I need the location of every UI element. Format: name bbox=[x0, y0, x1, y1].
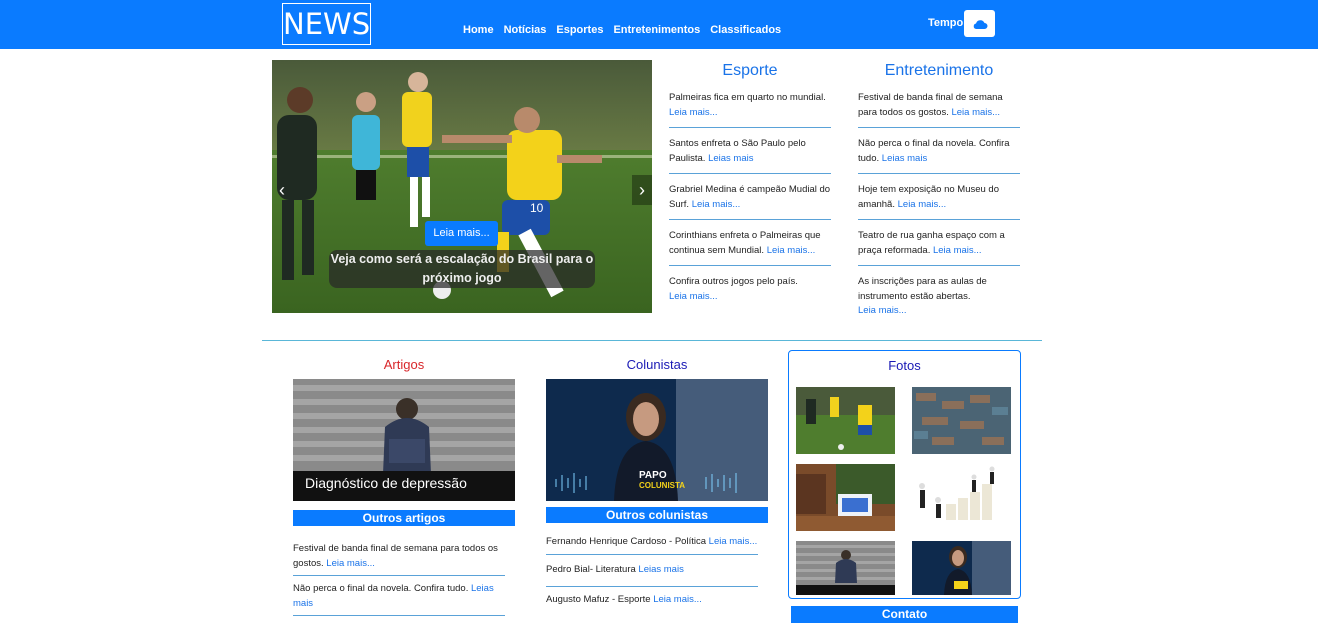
read-more-link[interactable]: Leia mais... bbox=[692, 199, 741, 210]
main-nav: Home Notícias Esportes Entretenimentos C… bbox=[463, 24, 781, 36]
read-more-link[interactable]: Leias mais bbox=[882, 153, 927, 164]
nav-noticias[interactable]: Notícias bbox=[504, 24, 547, 36]
nav-esportes[interactable]: Esportes bbox=[556, 24, 603, 36]
site-logo[interactable]: NEWS bbox=[282, 3, 371, 45]
news-item: Corinthians enfreta o Palmeiras que cont… bbox=[669, 220, 831, 266]
weather-button[interactable] bbox=[964, 10, 995, 37]
read-more-link[interactable]: Leia mais... bbox=[669, 107, 718, 118]
colunistas-list: Fernando Henrique Cardoso - Política Lei… bbox=[546, 529, 768, 612]
news-item: Grabriel Medina é campeão Mudial do Surf… bbox=[669, 174, 831, 220]
read-more-link[interactable]: Leias mais bbox=[638, 564, 683, 575]
section-divider bbox=[262, 340, 1042, 341]
carousel-caption: Veja como será a escalação do Brasil par… bbox=[329, 250, 595, 288]
chevron-right-icon: › bbox=[639, 179, 645, 200]
nav-home[interactable]: Home bbox=[463, 24, 494, 36]
read-more-link[interactable]: Leia mais... bbox=[326, 558, 375, 569]
fotos-panel: Fotos bbox=[788, 350, 1021, 599]
news-item: Santos enfreta o São Paulo pelo Paulista… bbox=[669, 128, 831, 174]
read-more-link[interactable]: Leia mais... bbox=[858, 305, 907, 316]
read-more-link[interactable]: Leia mais... bbox=[709, 536, 758, 547]
list-item: Festival de banda final de semana para t… bbox=[293, 536, 505, 576]
colunistas-feature-image[interactable]: PAPO COLUNISTA bbox=[546, 379, 768, 501]
photo-thumbnail[interactable] bbox=[796, 387, 895, 454]
esporte-column: Esporte Palmeiras fica em quarto no mund… bbox=[669, 60, 831, 312]
fotos-title[interactable]: Fotos bbox=[789, 358, 1020, 374]
news-item: Teatro de rua ganha espaço com a praça r… bbox=[858, 220, 1020, 266]
read-more-link[interactable]: Leia mais... bbox=[767, 245, 816, 256]
papo-logo-text: PAPO bbox=[639, 470, 667, 481]
carousel-next-button[interactable]: › bbox=[632, 175, 652, 205]
artigos-title[interactable]: Artigos bbox=[293, 356, 515, 374]
featured-carousel[interactable]: 10 ‹ › Leia mais... Veja como será a esc… bbox=[272, 60, 652, 313]
carousel-prev-button[interactable]: ‹ bbox=[272, 175, 292, 205]
photo-thumbnail[interactable] bbox=[796, 541, 895, 595]
carousel-read-more-button[interactable]: Leia mais... bbox=[425, 221, 498, 246]
read-more-link[interactable]: Leia mais... bbox=[898, 199, 947, 210]
read-more-link[interactable]: Leias mais bbox=[708, 153, 753, 164]
list-item: Fernando Henrique Cardoso - Política Lei… bbox=[546, 529, 758, 555]
nav-classificados[interactable]: Classificados bbox=[710, 24, 781, 36]
photo-thumbnail[interactable] bbox=[912, 464, 1011, 531]
artigos-section: Artigos Diagnóstico de depressão Outros … bbox=[293, 356, 515, 616]
news-item: Confira outros jogos pelo país. Leia mai… bbox=[669, 276, 798, 302]
weather-label: Tempo bbox=[928, 17, 964, 29]
top-navbar: NEWS Home Notícias Esportes Entretenimen… bbox=[0, 0, 1318, 49]
esporte-title[interactable]: Esporte bbox=[669, 60, 831, 82]
contato-button[interactable]: Contato bbox=[791, 606, 1018, 623]
news-item: Hoje tem exposição no Museu do amanhã. L… bbox=[858, 174, 1020, 220]
read-more-link[interactable]: Leia mais... bbox=[669, 291, 718, 302]
outros-colunistas-button[interactable]: Outros colunistas bbox=[546, 507, 768, 523]
artigos-list: Festival de banda final de semana para t… bbox=[293, 536, 515, 616]
photo-thumbnail[interactable] bbox=[912, 387, 1011, 454]
colunista-logo-text: COLUNISTA bbox=[639, 481, 686, 490]
artigos-feature-image[interactable]: Diagnóstico de depressão bbox=[293, 379, 515, 501]
read-more-link[interactable]: Leia mais... bbox=[933, 245, 982, 256]
read-more-link[interactable]: Leia mais... bbox=[951, 107, 1000, 118]
colunistas-section: Colunistas PAPO COLUNISTA Outros colunis… bbox=[546, 356, 768, 612]
list-item: Pedro Bial- Literatura Leias mais bbox=[546, 555, 758, 587]
colunistas-title[interactable]: Colunistas bbox=[546, 356, 768, 374]
list-item: Augusto Mafuz - Esporte Leia mais... bbox=[546, 594, 702, 605]
photo-thumbnail[interactable] bbox=[796, 464, 895, 531]
photo-thumbnail[interactable] bbox=[912, 541, 1011, 595]
chevron-left-icon: ‹ bbox=[279, 179, 285, 200]
nav-entretenimentos[interactable]: Entretenimentos bbox=[613, 24, 700, 36]
news-item: Festival de banda final de semana para t… bbox=[858, 82, 1020, 128]
read-more-link[interactable]: Leia mais... bbox=[653, 594, 702, 605]
news-item: Palmeiras fica em quarto no mundial. Lei… bbox=[669, 82, 831, 128]
svg-text:10: 10 bbox=[530, 201, 544, 215]
news-item: Não perca o final da novela. Confira tud… bbox=[858, 128, 1020, 174]
entretenimento-title[interactable]: Entretenimento bbox=[858, 60, 1020, 82]
news-item: As inscrições para as aulas de instrumen… bbox=[858, 276, 987, 316]
cloud-icon bbox=[973, 19, 987, 29]
list-item: Não perca o final da novela. Confira tud… bbox=[293, 576, 505, 616]
artigos-image-caption: Diagnóstico de depressão bbox=[305, 475, 467, 491]
entretenimento-column: Entretenimento Festival de banda final d… bbox=[858, 60, 1020, 326]
outros-artigos-button[interactable]: Outros artigos bbox=[293, 510, 515, 526]
